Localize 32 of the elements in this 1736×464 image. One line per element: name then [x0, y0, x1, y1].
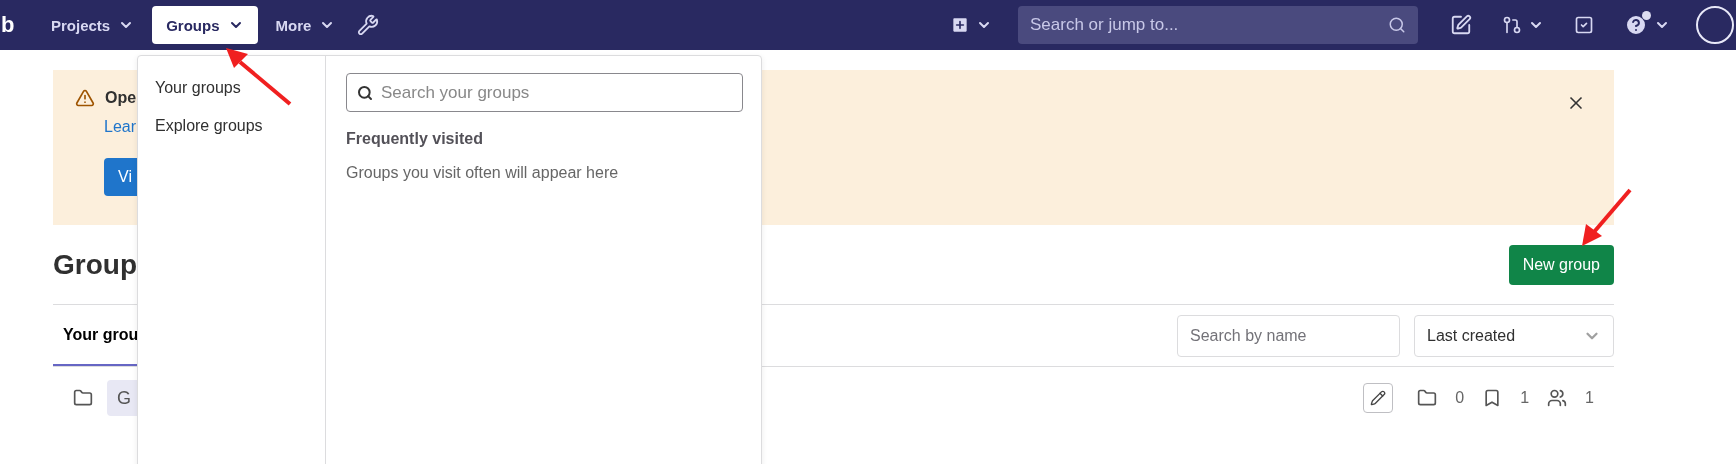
nav-menu-item[interactable]: Projects [37, 6, 149, 44]
sort-dropdown[interactable]: Last created [1414, 314, 1614, 357]
nav-menu-item[interactable]: Groups [152, 6, 258, 44]
alert-title: Ope [105, 89, 137, 107]
learn-more-link[interactable]: Lear [104, 118, 137, 136]
search-field[interactable]: Search or jump to... [1018, 6, 1418, 44]
annotation-arrow [1582, 188, 1632, 246]
logo[interactable]: b [1, 12, 37, 38]
search-field[interactable]: Search your groups [346, 73, 743, 112]
folder-icon [1417, 388, 1438, 408]
pencil-icon [1370, 390, 1387, 406]
users-icon [1547, 388, 1568, 408]
user-avatar[interactable] [1696, 6, 1734, 44]
subgroup-count: 0 [1455, 389, 1465, 407]
page-title: Group [53, 248, 137, 281]
merge-request-icon [1502, 15, 1522, 35]
search-icon [1388, 16, 1406, 34]
nav-menu-item[interactable]: More [261, 6, 350, 44]
plus-icon [950, 15, 970, 35]
section-heading: Frequently visited [346, 130, 484, 148]
new-group-button[interactable]: New group [1508, 244, 1614, 285]
help-icon [1624, 13, 1648, 37]
member-count: 1 [1585, 389, 1594, 407]
empty-message: Groups you visit often will appear here [346, 164, 620, 182]
project-count: 1 [1520, 389, 1530, 407]
menu-link[interactable]: Explore groups [155, 117, 325, 135]
search-icon [357, 84, 373, 101]
notification-dot [1642, 11, 1651, 20]
edit-button[interactable] [1363, 383, 1394, 413]
warning-icon [75, 88, 95, 108]
folder-icon [73, 388, 93, 408]
menu-link[interactable]: Your groups [155, 79, 325, 97]
